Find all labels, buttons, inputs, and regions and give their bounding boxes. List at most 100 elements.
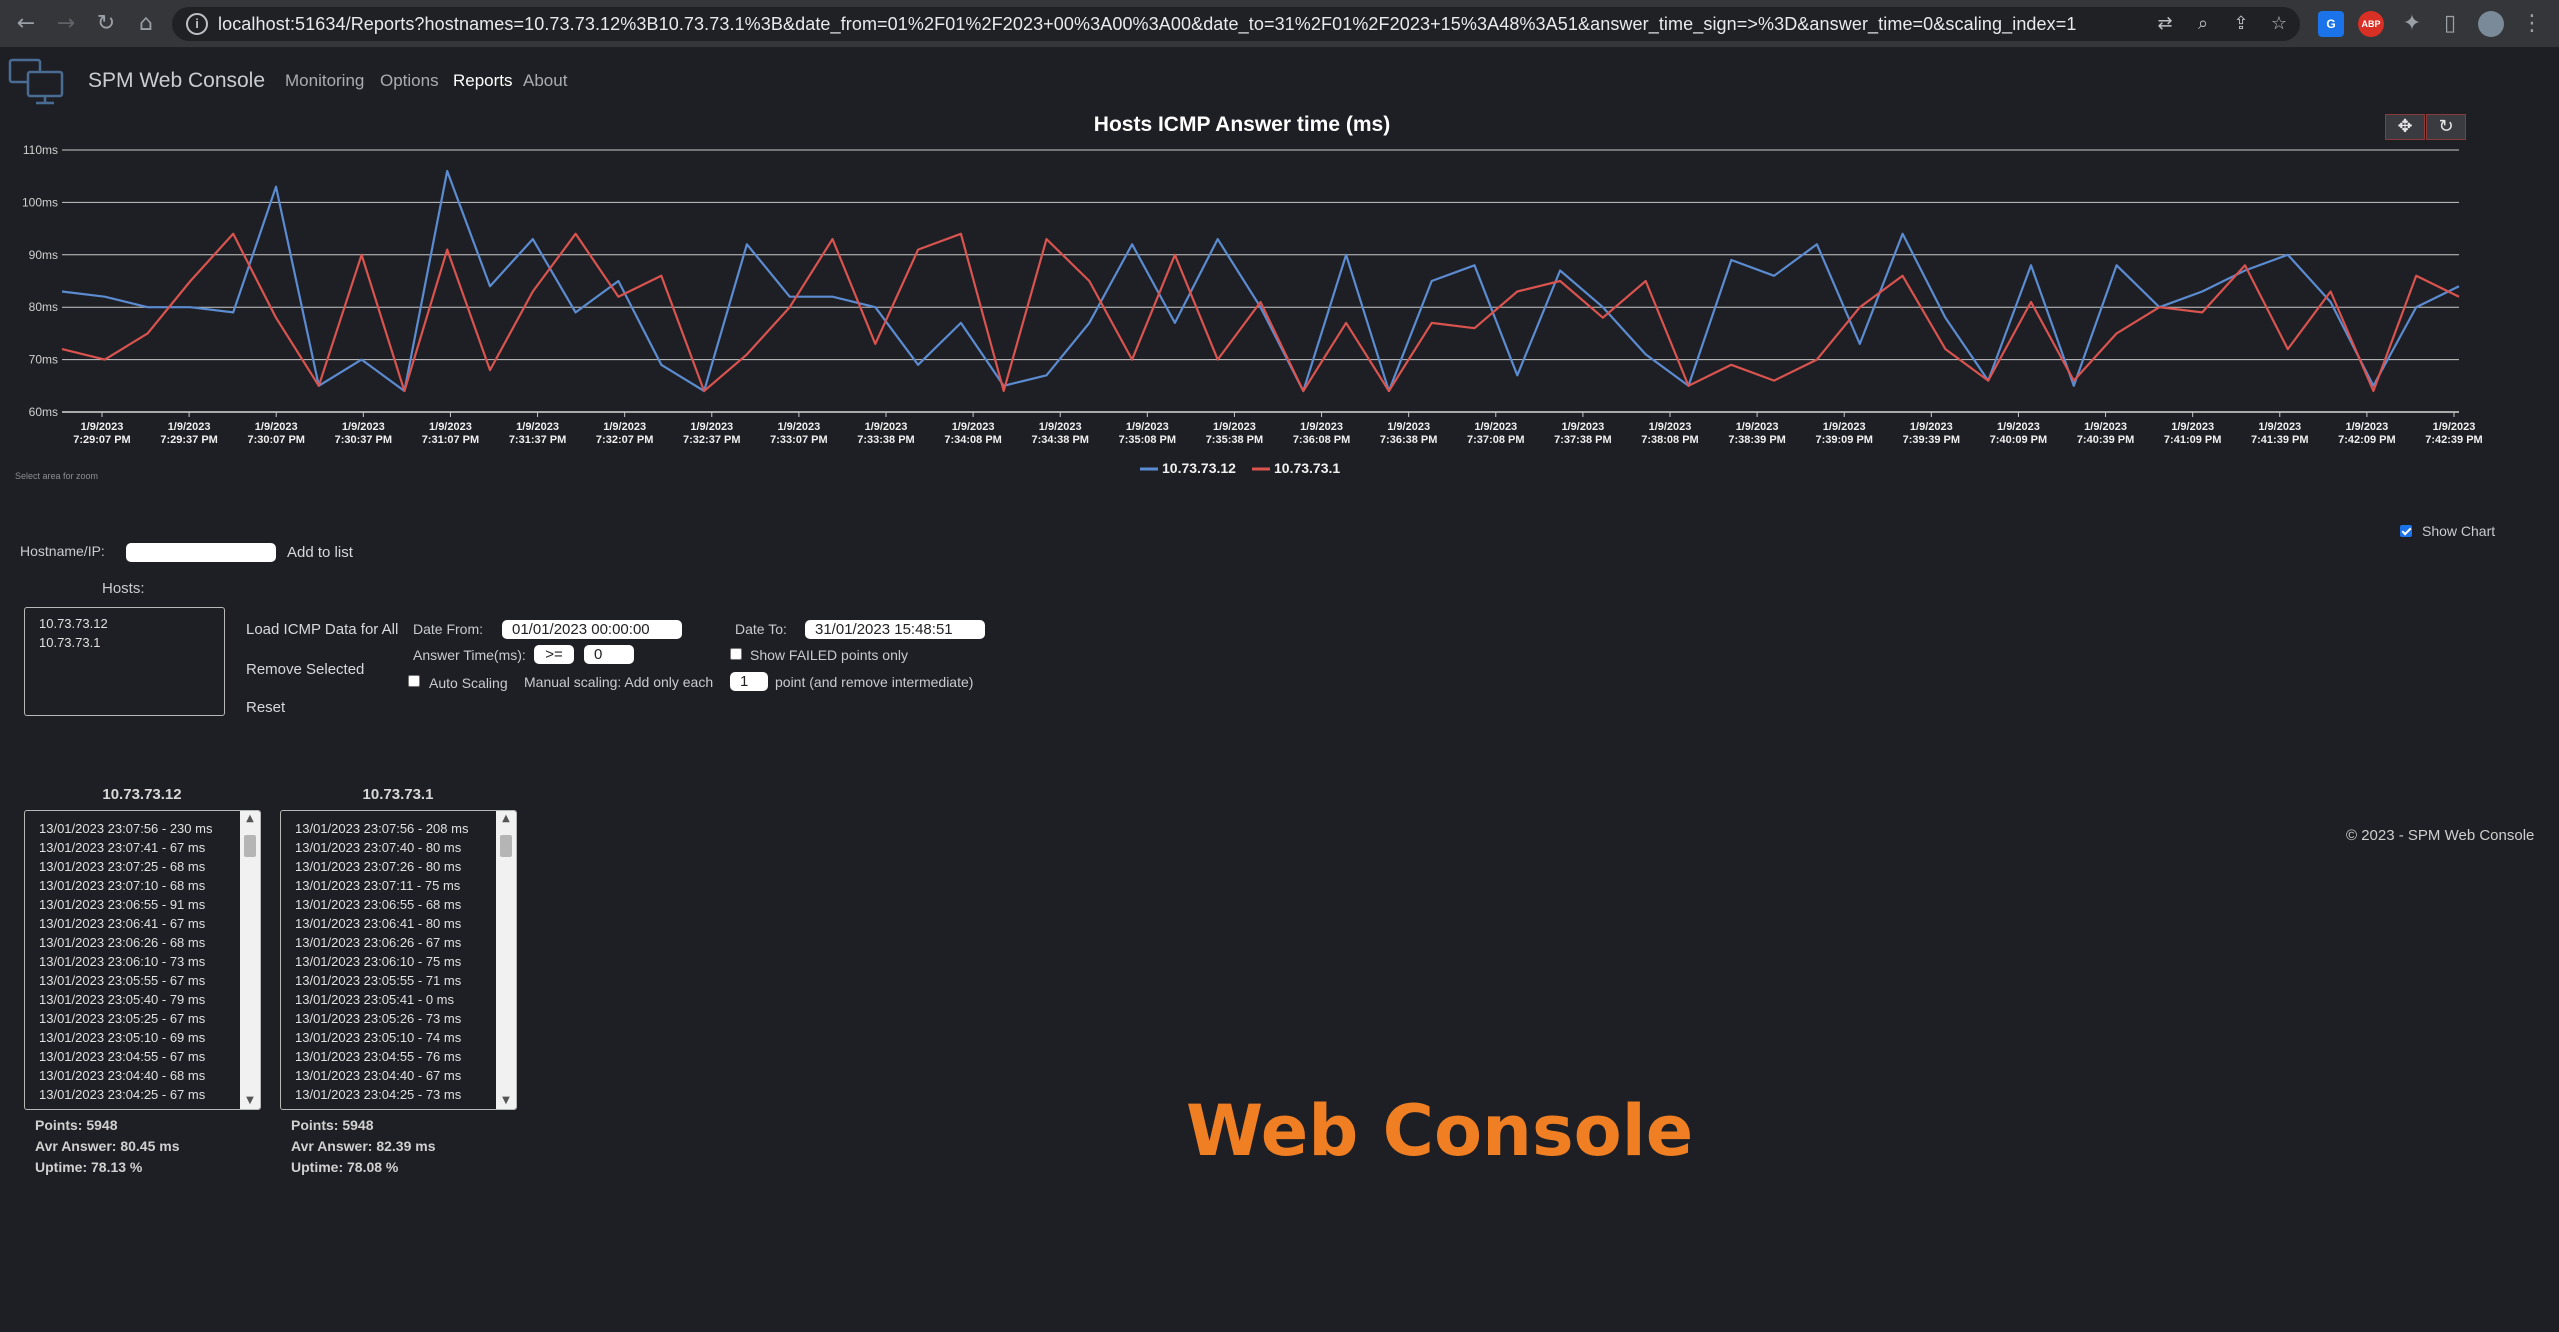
zoom-icon[interactable]: ⌕ [2192, 13, 2214, 35]
x-tick-label: 1/9/2023 [429, 421, 472, 433]
log-entry[interactable]: 13/01/2023 23:05:10 - 69 ms [39, 1028, 212, 1047]
show-chart-checkbox[interactable] [2400, 525, 2412, 537]
pan-icon[interactable]: ✥ [2385, 114, 2425, 140]
x-tick-label: 7:34:38 PM [1031, 434, 1088, 446]
auto-scaling-checkbox[interactable] [408, 675, 420, 687]
remove-selected-button[interactable]: Remove Selected [246, 661, 364, 678]
x-tick-label: 1/9/2023 [1039, 421, 1082, 433]
reset-zoom-icon[interactable]: ↻ [2426, 114, 2466, 140]
sidepanel-icon[interactable]: ▯ [2436, 10, 2464, 38]
reset-button[interactable]: Reset [246, 699, 285, 716]
log-entry[interactable]: 13/01/2023 23:05:55 - 67 ms [39, 971, 212, 990]
scrollbar[interactable]: ▲ ▼ [240, 811, 260, 1109]
hosts-listbox[interactable]: 10.73.73.12 10.73.73.1 [24, 607, 225, 716]
log-entry[interactable]: 13/01/2023 23:06:41 - 80 ms [295, 914, 468, 933]
home-icon[interactable]: ⌂ [132, 10, 160, 38]
log-listbox-host-1[interactable]: 13/01/2023 23:07:56 - 230 ms 13/01/2023 2… [24, 810, 261, 1110]
log-entry[interactable]: 13/01/2023 23:07:41 - 67 ms [39, 838, 212, 857]
scroll-thumb[interactable] [500, 835, 512, 857]
show-chart-label[interactable]: Show Chart [2422, 523, 2495, 539]
log-entry[interactable]: 13/01/2023 23:05:55 - 71 ms [295, 971, 468, 990]
url-text[interactable]: localhost:51634/Reports?hostnames=10.73.… [218, 14, 2076, 35]
x-tick-label: 7:33:38 PM [857, 434, 914, 446]
nav-about[interactable]: About [523, 71, 567, 91]
forward-icon[interactable]: → [52, 10, 80, 38]
log-entry[interactable]: 13/01/2023 23:04:55 - 67 ms [39, 1047, 212, 1066]
address-bar[interactable]: i localhost:51634/Reports?hostnames=10.7… [172, 7, 2300, 41]
log-entry[interactable]: 13/01/2023 23:05:25 - 67 ms [39, 1009, 212, 1028]
x-tick-label: 1/9/2023 [1736, 421, 1779, 433]
reload-icon[interactable]: ↻ [92, 10, 120, 38]
log-entry[interactable]: 13/01/2023 23:05:41 - 0 ms [295, 990, 468, 1009]
scrollbar[interactable]: ▲ ▼ [496, 811, 516, 1109]
answer-sign-select[interactable]: >= [534, 645, 574, 664]
log-entry[interactable]: 13/01/2023 23:06:41 - 67 ms [39, 914, 212, 933]
x-tick-label: 7:39:09 PM [1815, 434, 1872, 446]
uptime-stat: Uptime: 78.13 % [35, 1159, 143, 1175]
scroll-down-icon[interactable]: ▼ [240, 1093, 260, 1109]
log-entry[interactable]: 13/01/2023 23:07:10 - 68 ms [39, 876, 212, 895]
show-failed-label[interactable]: Show FAILED points only [750, 647, 908, 663]
auto-scaling-label[interactable]: Auto Scaling [429, 675, 508, 691]
log-entry[interactable]: 13/01/2023 23:06:55 - 68 ms [295, 895, 468, 914]
menu-icon[interactable]: ⋮ [2518, 10, 2546, 38]
series-line-10-73-73-12 [61, 169, 2460, 393]
scroll-up-icon[interactable]: ▲ [496, 811, 516, 827]
list-item[interactable]: 10.73.73.12 [39, 614, 210, 633]
answer-time-input[interactable] [584, 645, 634, 664]
extensions-icon[interactable]: ✦ [2398, 10, 2426, 38]
show-failed-checkbox[interactable] [730, 648, 742, 660]
log-entry[interactable]: 13/01/2023 23:06:10 - 73 ms [39, 952, 212, 971]
load-all-button[interactable]: Load ICMP Data for All [246, 621, 398, 638]
log-listbox-host-2[interactable]: 13/01/2023 23:07:56 - 208 ms 13/01/2023 2… [280, 810, 517, 1110]
log-entry[interactable]: 13/01/2023 23:05:10 - 74 ms [295, 1028, 468, 1047]
profile-icon[interactable] [2478, 11, 2504, 37]
nav-reports[interactable]: Reports [453, 71, 513, 91]
back-icon[interactable]: ← [12, 10, 40, 38]
y-tick-label: 100ms [22, 195, 58, 209]
hostname-input[interactable] [126, 543, 276, 562]
log-entry[interactable]: 13/01/2023 23:04:25 - 73 ms [295, 1085, 468, 1104]
date-from-input[interactable] [502, 620, 682, 639]
share-icon[interactable]: ⇪ [2230, 13, 2252, 35]
log-entry[interactable]: 13/01/2023 23:04:25 - 67 ms [39, 1085, 212, 1104]
log-entry[interactable]: 13/01/2023 23:04:40 - 68 ms [39, 1066, 212, 1085]
scroll-up-icon[interactable]: ▲ [240, 811, 260, 827]
log-entry[interactable]: 13/01/2023 23:04:55 - 76 ms [295, 1047, 468, 1066]
x-tick-label: 1/9/2023 [255, 421, 298, 433]
translate-extension-icon[interactable]: G [2318, 11, 2344, 37]
brand-name[interactable]: SPM Web Console [88, 69, 265, 93]
log-entry[interactable]: 13/01/2023 23:07:26 - 80 ms [295, 857, 468, 876]
x-tick-label: 1/9/2023 [2258, 421, 2301, 433]
x-tick-label: 7:41:09 PM [2164, 434, 2221, 446]
log-entry[interactable]: 13/01/2023 23:07:11 - 75 ms [295, 876, 468, 895]
add-to-list-button[interactable]: Add to list [287, 544, 353, 561]
log-entry[interactable]: 13/01/2023 23:06:26 - 68 ms [39, 933, 212, 952]
log-entry[interactable]: 13/01/2023 23:07:56 - 230 ms [39, 819, 212, 838]
translate-icon[interactable]: ⇄ [2154, 13, 2176, 35]
log-entry[interactable]: 13/01/2023 23:04:40 - 67 ms [295, 1066, 468, 1085]
scaling-index-input[interactable] [730, 672, 768, 691]
log-entry[interactable]: 13/01/2023 23:07:25 - 68 ms [39, 857, 212, 876]
log-entry[interactable]: 13/01/2023 23:07:40 - 80 ms [295, 838, 468, 857]
x-tick-label: 1/9/2023 [81, 421, 124, 433]
log-entry[interactable]: 13/01/2023 23:06:26 - 67 ms [295, 933, 468, 952]
list-item[interactable]: 10.73.73.1 [39, 633, 210, 652]
nav-monitoring[interactable]: Monitoring [285, 71, 364, 91]
x-tick-label: 1/9/2023 [516, 421, 559, 433]
x-tick-label: 7:42:09 PM [2338, 434, 2395, 446]
x-tick-label: 7:37:08 PM [1467, 434, 1524, 446]
log-entry[interactable]: 13/01/2023 23:06:10 - 75 ms [295, 952, 468, 971]
adblock-icon[interactable]: ABP [2358, 11, 2384, 37]
scroll-thumb[interactable] [244, 835, 256, 857]
log-entry[interactable]: 13/01/2023 23:06:55 - 91 ms [39, 895, 212, 914]
star-icon[interactable]: ☆ [2268, 13, 2290, 35]
nav-options[interactable]: Options [380, 71, 439, 91]
log-entry[interactable]: 13/01/2023 23:05:40 - 79 ms [39, 990, 212, 1009]
log-entry[interactable]: 13/01/2023 23:05:26 - 73 ms [295, 1009, 468, 1028]
answer-time-chart[interactable]: 60ms70ms80ms90ms100ms110ms1/9/20237:29:0… [0, 140, 2559, 480]
scroll-down-icon[interactable]: ▼ [496, 1093, 516, 1109]
date-to-input[interactable] [805, 620, 985, 639]
info-icon[interactable]: i [186, 13, 208, 35]
log-entry[interactable]: 13/01/2023 23:07:56 - 208 ms [295, 819, 468, 838]
